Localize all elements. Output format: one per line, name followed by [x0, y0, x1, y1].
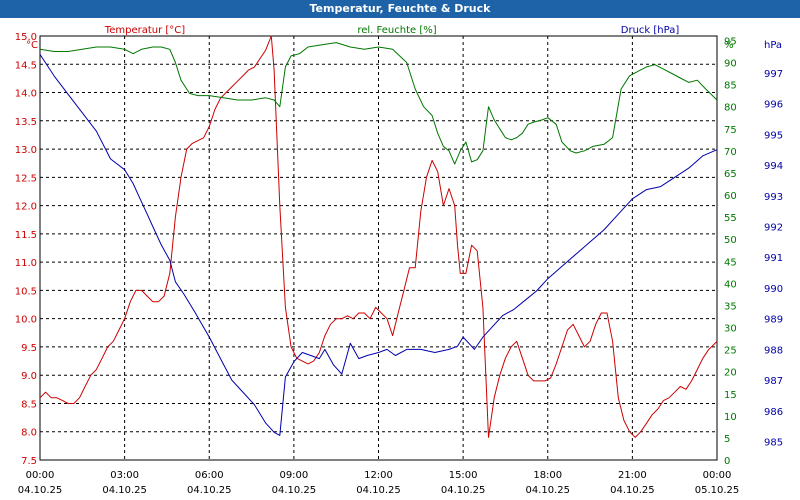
temperature-tick-label: 9.5 — [21, 343, 37, 354]
pressure-tick-label: 997 — [764, 69, 783, 80]
temperature-axis-label: Temperatur [°C] — [104, 25, 185, 36]
temperature-tick-label: 8.5 — [21, 399, 37, 410]
pressure-axis-label: Druck [hPa] — [621, 25, 680, 36]
temperature-tick-label: 11.5 — [15, 230, 37, 241]
temperature-tick-label: 9.0 — [21, 371, 37, 382]
x-tick-time: 09:00 — [279, 470, 308, 481]
humidity-tick-label: 30 — [724, 324, 737, 335]
humidity-tick-label: 85 — [724, 81, 737, 92]
x-tick-time: 12:00 — [364, 470, 393, 481]
x-tick-date: 04.10.25 — [18, 485, 63, 496]
x-tick-time: 06:00 — [195, 470, 224, 481]
x-tick-date: 05.10.25 — [695, 485, 740, 496]
humidity-tick-label: 75 — [724, 125, 737, 136]
humidity-tick-label: 15 — [724, 390, 737, 401]
x-tick-date: 04.10.25 — [441, 485, 486, 496]
humidity-tick-label: 45 — [724, 257, 737, 268]
x-tick-time: 18:00 — [533, 470, 562, 481]
humidity-tick-label: 35 — [724, 301, 737, 312]
temperature-tick-label: 11.0 — [15, 258, 37, 269]
temperature-tick-label: 14.0 — [15, 89, 37, 100]
temperature-tick-label: 10.5 — [15, 286, 37, 297]
humidity-tick-label: 55 — [724, 213, 737, 224]
pressure-tick-label: 989 — [764, 315, 783, 326]
temperature-unit: °C — [26, 40, 38, 51]
humidity-tick-label: 80 — [724, 103, 737, 114]
pressure-tick-label: 995 — [764, 130, 783, 141]
humidity-tick-label: 65 — [724, 169, 737, 180]
x-tick-date: 04.10.25 — [525, 485, 570, 496]
humidity-unit: % — [724, 40, 734, 51]
pressure-tick-label: 988 — [764, 345, 783, 356]
temperature-tick-label: 12.0 — [15, 202, 37, 213]
pressure-tick-label: 986 — [764, 407, 783, 418]
pressure-tick-label: 996 — [764, 100, 783, 111]
temperature-tick-label: 7.5 — [21, 456, 37, 467]
x-tick-time: 00:00 — [703, 470, 732, 481]
temperature-tick-label: 13.5 — [15, 117, 37, 128]
pressure-tick-label: 987 — [764, 376, 783, 387]
x-tick-time: 00:00 — [26, 470, 55, 481]
temperature-tick-label: 12.5 — [15, 173, 37, 184]
x-tick-date: 04.10.25 — [356, 485, 401, 496]
humidity-tick-label: 90 — [724, 59, 737, 70]
humidity-tick-label: 0 — [724, 456, 730, 467]
x-tick-time: 03:00 — [110, 470, 139, 481]
temperature-tick-label: 8.0 — [21, 428, 37, 439]
x-tick-date: 04.10.25 — [610, 485, 655, 496]
pressure-tick-label: 994 — [764, 161, 783, 172]
humidity-tick-label: 10 — [724, 412, 737, 423]
grid — [40, 36, 717, 460]
humidity-tick-label: 25 — [724, 346, 737, 357]
humidity-axis-label: rel. Feuchte [%] — [357, 25, 436, 36]
x-tick-time: 15:00 — [449, 470, 478, 481]
pressure-tick-label: 992 — [764, 222, 783, 233]
pressure-tick-label: 991 — [764, 253, 783, 264]
chart-area: 00:00 04.10.25 03:00 04.10.25 06:00 04.10.25 0… — [15, 25, 783, 496]
humidity-tick-label: 50 — [724, 235, 737, 246]
x-tick-date: 04.10.25 — [187, 485, 232, 496]
x-tick-date: 04.10.25 — [272, 485, 317, 496]
humidity-tick-label: 40 — [724, 279, 737, 290]
temperature-tick-label: 13.0 — [15, 145, 37, 156]
pressure-tick-label: 985 — [764, 438, 783, 449]
pressure-tick-label: 993 — [764, 192, 783, 203]
x-tick-time: 21:00 — [618, 470, 647, 481]
axes: 00:00 04.10.25 03:00 04.10.25 06:00 04.10.25 0… — [15, 25, 783, 496]
temperature-tick-label: 14.5 — [15, 60, 37, 71]
humidity-tick-label: 5 — [724, 434, 730, 445]
humidity-tick-label: 60 — [724, 191, 737, 202]
pressure-tick-label: 990 — [764, 284, 783, 295]
temperature-tick-label: 10.0 — [15, 315, 37, 326]
humidity-tick-label: 20 — [724, 368, 737, 379]
pressure-unit: hPa — [764, 40, 782, 51]
x-tick-date: 04.10.25 — [102, 485, 147, 496]
humidity-tick-label: 70 — [724, 147, 737, 158]
